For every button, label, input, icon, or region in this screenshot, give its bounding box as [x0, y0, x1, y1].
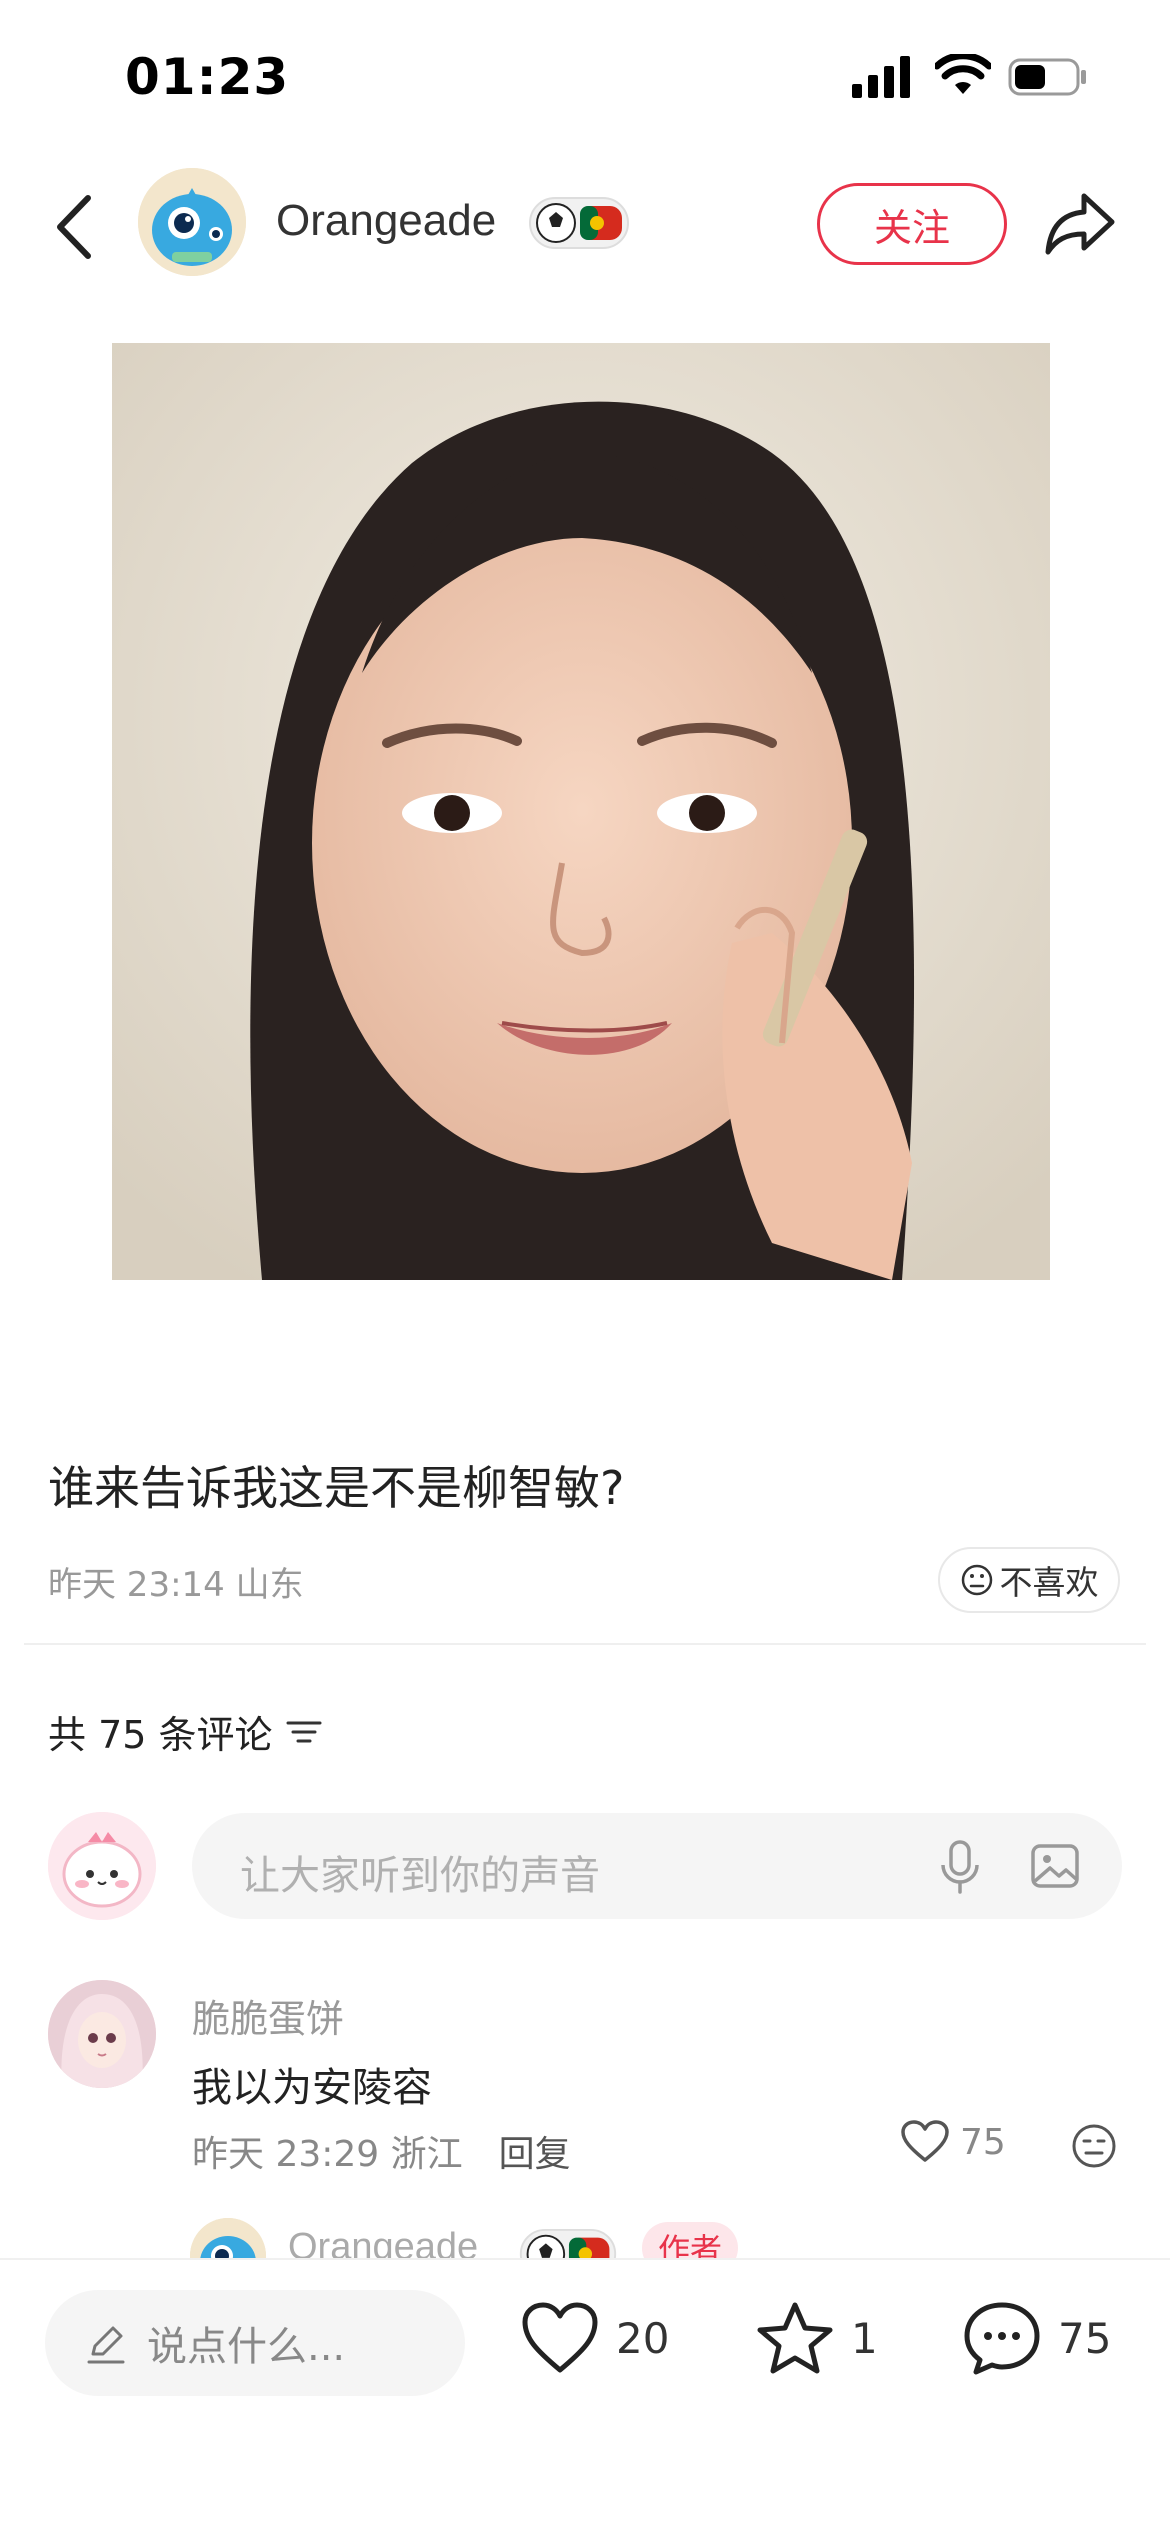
author-name[interactable]: Orangeade: [276, 196, 496, 246]
follow-button[interactable]: 关注: [817, 183, 1007, 265]
wifi-icon: [935, 54, 991, 94]
bottom-action-bar: 说点什么... 20 1 75: [0, 2258, 1170, 2532]
image-icon[interactable]: [1030, 1841, 1080, 1891]
back-arrow-icon[interactable]: [52, 192, 96, 262]
cellular-signal-icon: [852, 56, 910, 98]
say-something-input[interactable]: 说点什么...: [45, 2290, 465, 2396]
heart-icon: [901, 2120, 949, 2162]
meh-face-icon: [961, 1564, 992, 1596]
comment-count-sort[interactable]: 共 75 条评论: [48, 1704, 323, 1759]
post-caption: 谁来告诉我这是不是柳智敏?: [48, 1461, 625, 1515]
heart-icon: [522, 2302, 598, 2373]
post-meta: 昨天 23:14 山东: [48, 1565, 304, 1605]
post-header: Orangeade 关注: [0, 160, 1170, 290]
divider: [24, 1643, 1146, 1645]
comment-text: 我以为安陵容: [192, 2065, 432, 2111]
battery-icon: [1008, 58, 1086, 96]
dislike-button[interactable]: 不喜欢: [938, 1547, 1120, 1613]
comment-input[interactable]: 让大家听到你的声音: [192, 1813, 1122, 1919]
reply-button[interactable]: 回复: [499, 2125, 571, 2177]
microphone-icon[interactable]: [937, 1839, 983, 1895]
sub-reply-avatar[interactable]: [190, 2218, 266, 2258]
author-avatar[interactable]: [138, 168, 246, 276]
pencil-icon: [87, 2326, 125, 2364]
comment-meta: 昨天 23:29 浙江 回复: [192, 2125, 571, 2177]
like-button[interactable]: 20: [520, 2300, 669, 2376]
star-icon: [757, 2302, 833, 2374]
favorite-button[interactable]: 1: [755, 2300, 878, 2376]
comment-bubble-icon: [964, 2302, 1040, 2375]
comment-like-button[interactable]: 75: [900, 2120, 1006, 2164]
commenter-avatar[interactable]: [48, 1980, 156, 2088]
post-image[interactable]: [112, 343, 1050, 1280]
sub-reply: Orangeade 作者: [190, 2212, 1090, 2258]
comment-count: 75: [1058, 2313, 1112, 2363]
commenter-name[interactable]: 脆脆蛋饼: [192, 1988, 344, 2043]
status-time: 01:23: [125, 48, 290, 106]
sort-icon: [286, 1721, 322, 1742]
favorite-count: 1: [851, 2313, 878, 2363]
soccer-portugal-badge-icon: [529, 197, 629, 249]
status-bar: 01:23: [0, 0, 1170, 150]
comment-time-location: 昨天 23:29 浙江: [192, 2134, 463, 2175]
say-something-placeholder: 说点什么...: [147, 2324, 346, 2370]
comment-input-placeholder: 让大家听到你的声音: [240, 1853, 600, 1899]
comment-count-label: 共 75 条评论: [48, 1713, 273, 1757]
comment-dislike-icon[interactable]: [1070, 2122, 1118, 2170]
share-icon[interactable]: [1044, 190, 1116, 256]
comment-button[interactable]: 75: [962, 2300, 1111, 2376]
my-avatar: [48, 1812, 156, 1920]
like-count: 20: [616, 2313, 670, 2363]
sub-reply-author[interactable]: Orangeade: [288, 2226, 478, 2258]
author-tag: 作者: [642, 2222, 738, 2258]
comment-like-count: 75: [960, 2121, 1006, 2163]
soccer-portugal-badge-icon: [519, 2228, 617, 2258]
dislike-label: 不喜欢: [999, 1563, 1099, 1602]
